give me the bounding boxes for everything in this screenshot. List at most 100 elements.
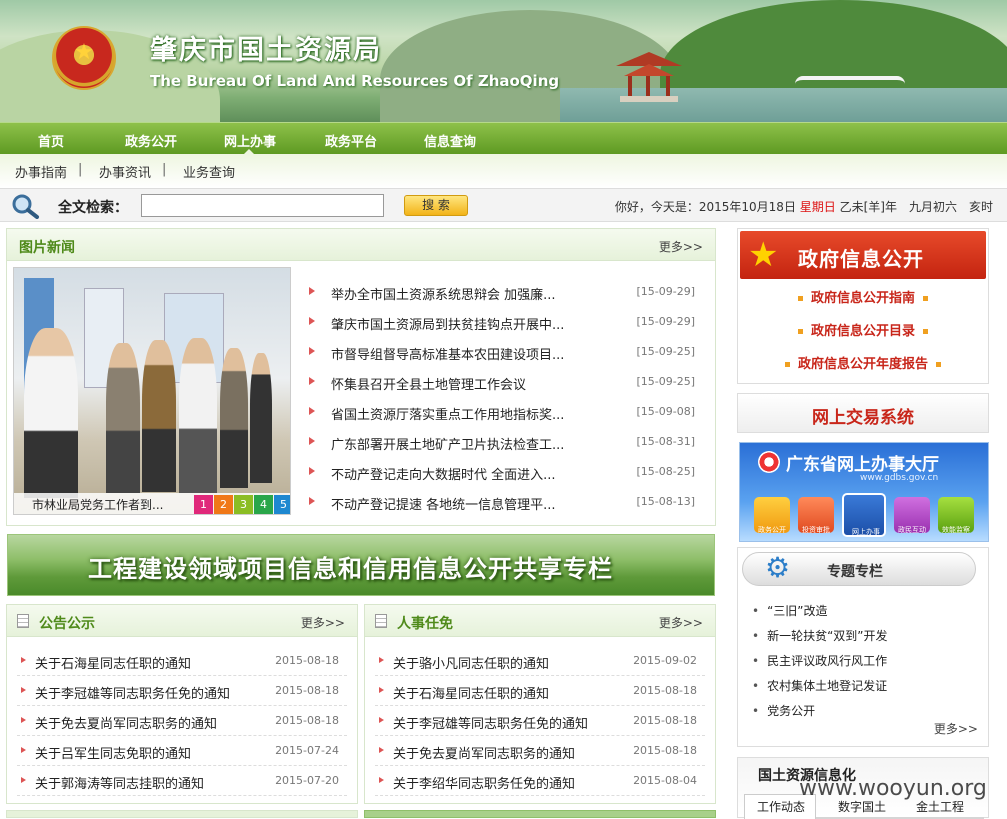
- document-icon: [375, 614, 387, 628]
- gd-btn-gov-open[interactable]: 政务公开: [754, 497, 790, 534]
- topic-item[interactable]: “三旧”改造: [752, 602, 827, 619]
- online-trade-link[interactable]: 网上交易系统: [738, 403, 988, 428]
- nav-item-info-query[interactable]: 信息查询: [424, 131, 476, 150]
- gov-info-title: 政府信息公开: [798, 247, 924, 271]
- gd-btn-label: 投资审批: [802, 526, 830, 534]
- news-title[interactable]: 不动产登记提速 各地统一信息管理平...: [331, 494, 556, 513]
- item-title[interactable]: 关于免去夏尚军同志职务的通知: [393, 743, 575, 762]
- news-title[interactable]: 省国土资源厅落实重点工作用地指标奖...: [331, 404, 564, 423]
- item-title[interactable]: 关于李冠雄等同志职务任免的通知: [35, 683, 230, 702]
- news-item: 肇庆市国土资源局到扶贫挂钩点开展中... [15-09-29]: [305, 307, 695, 337]
- item-title[interactable]: 关于石海星同志任职的通知: [35, 653, 191, 672]
- gov-info-link-label: 政府信息公开指南: [810, 291, 915, 306]
- project-info-banner[interactable]: 工程建设领域项目信息和信用信息公开共享专栏: [7, 534, 715, 596]
- topic-item[interactable]: 民主评议政风行风工作: [752, 652, 887, 669]
- nav-item-platform[interactable]: 政务平台: [325, 131, 377, 150]
- item-title[interactable]: 关于免去夏尚军同志职务的通知: [35, 713, 217, 732]
- square-bullet-icon: [923, 296, 928, 301]
- nav-item-gov-affairs[interactable]: 政务公开: [125, 131, 177, 150]
- item-date: 2015-08-18: [275, 654, 339, 667]
- gd-btn-label: 政民互动: [898, 526, 926, 534]
- subnav-news[interactable]: 办事资讯: [99, 162, 151, 181]
- main-nav: 首页 政务公开 网上办事 政务平台 信息查询: [0, 122, 1007, 155]
- gov-info-header[interactable]: ★ 政府信息公开: [740, 231, 986, 279]
- item-title[interactable]: 关于李绍华同志职务任免的通知: [393, 773, 575, 792]
- nav-item-home[interactable]: 首页: [38, 131, 64, 150]
- gov-info-link-label: 政府信息公开年度报告: [797, 357, 928, 372]
- slide-page-1[interactable]: 1: [194, 495, 213, 514]
- news-date: [15-09-08]: [636, 405, 695, 418]
- gov-info-link[interactable]: 政府信息公开目录: [738, 320, 988, 339]
- subnav-guide[interactable]: 办事指南: [15, 162, 67, 181]
- gd-hall-title: 广东省网上办事大厅: [786, 455, 939, 475]
- lunar-date-text: 乙未[羊]年 九月初六 亥时: [839, 200, 993, 214]
- news-item: 广东部署开展土地矿产卫片执法检查工... [15-08-31]: [305, 427, 695, 457]
- list-item: 关于石海星同志任职的通知 2015-08-18: [375, 676, 705, 706]
- tab-work-news[interactable]: 工作动态: [757, 798, 805, 815]
- bullet-arrow-icon: [379, 777, 384, 783]
- slide-page-2[interactable]: 2: [214, 495, 233, 514]
- item-title[interactable]: 关于吕军生同志免职的通知: [35, 743, 191, 762]
- gd-btn-investment[interactable]: 投资审批: [798, 497, 834, 534]
- gd-online-hall-banner[interactable]: 广东省网上办事大厅 www.gdbs.gov.cn 政务公开 投资审批 网上办事…: [739, 442, 989, 542]
- news-title[interactable]: 举办全市国土资源系统思辩会 加强廉...: [331, 284, 556, 303]
- item-title[interactable]: 关于郭海涛等同志挂职的通知: [35, 773, 204, 792]
- item-date: 2015-08-18: [275, 714, 339, 727]
- list-item: 关于免去夏尚军同志职务的通知 2015-08-18: [17, 706, 347, 736]
- bullet-arrow-icon: [309, 437, 315, 445]
- gov-info-link-label: 政府信息公开目录: [810, 324, 915, 339]
- item-title[interactable]: 关于李冠雄等同志职务任免的通知: [393, 713, 588, 732]
- subnav-query[interactable]: 业务查询: [183, 162, 235, 181]
- gd-btn-label: 政务公开: [758, 526, 786, 534]
- topic-item[interactable]: 农村集体土地登记发证: [752, 677, 887, 694]
- panel-title: 人事任免: [397, 616, 453, 632]
- slide-page-5[interactable]: 5: [274, 495, 290, 514]
- topic-item[interactable]: 党务公开: [752, 702, 815, 719]
- search-input[interactable]: [141, 194, 384, 217]
- person-figure: [24, 328, 78, 498]
- gd-btn-online-service[interactable]: 网上办事: [842, 493, 886, 537]
- more-link[interactable]: 更多>>: [301, 614, 345, 631]
- topics-header: ⚙ 专题专栏: [742, 551, 976, 586]
- news-photo[interactable]: 市林业局党务工作者到... 1 2 3 4 5: [13, 267, 291, 515]
- topics-title: 专题专栏: [827, 564, 883, 580]
- slide-page-3[interactable]: 3: [234, 495, 253, 514]
- more-link[interactable]: 更多>>: [934, 720, 978, 737]
- weekday-text: 星期日: [799, 200, 836, 214]
- more-link[interactable]: 更多>>: [659, 238, 703, 255]
- item-title[interactable]: 关于石海星同志任职的通知: [393, 683, 549, 702]
- gear-icon: ⚙: [765, 551, 791, 584]
- news-date: [15-08-13]: [636, 495, 695, 508]
- square-bullet-icon: [936, 362, 941, 367]
- bullet-arrow-icon: [309, 467, 315, 475]
- news-item: 举办全市国土资源系统思辩会 加强廉... [15-09-29]: [305, 277, 695, 307]
- person-figure: [142, 340, 176, 492]
- news-title[interactable]: 市督导组督导高标准基本农田建设项目...: [331, 344, 564, 363]
- gov-info-box: ★ 政府信息公开 政府信息公开指南 政府信息公开目录 政府信息公开年度报告: [737, 228, 989, 384]
- news-item: 不动产登记提速 各地统一信息管理平... [15-08-13]: [305, 487, 695, 517]
- news-title[interactable]: 怀集县召开全县土地管理工作会议: [331, 374, 526, 393]
- search-button[interactable]: 搜 索: [404, 195, 468, 216]
- item-title[interactable]: 关于骆小凡同志任职的通知: [393, 653, 549, 672]
- gd-hall-url: www.gdbs.gov.cn: [860, 473, 939, 483]
- news-date: [15-08-31]: [636, 435, 695, 448]
- news-title[interactable]: 广东部署开展土地矿产卫片执法检查工...: [331, 434, 564, 453]
- gov-info-link[interactable]: 政府信息公开年度报告: [738, 353, 988, 372]
- topic-item[interactable]: 新一轮扶贫“双到”开发: [752, 627, 887, 644]
- gd-btn-supervision[interactable]: 效能监察: [938, 497, 974, 534]
- document-icon: [17, 614, 29, 628]
- news-title[interactable]: 肇庆市国土资源局到扶贫挂钩点开展中...: [331, 314, 564, 333]
- person-figure: [179, 338, 217, 493]
- gd-btn-interaction[interactable]: 政民互动: [894, 497, 930, 534]
- news-title[interactable]: 不动产登记走向大数据时代 全面进入...: [331, 464, 556, 483]
- more-link[interactable]: 更多>>: [659, 614, 703, 631]
- panel-header: 人事任免 更多>>: [365, 605, 715, 637]
- gd-btn-label: 网上办事: [852, 528, 880, 536]
- watermark: www.wooyun.org: [799, 776, 987, 801]
- list-item: 关于李绍华同志职务任免的通知 2015-08-04: [375, 766, 705, 796]
- news-date: [15-09-25]: [636, 375, 695, 388]
- slide-page-4[interactable]: 4: [254, 495, 273, 514]
- gov-info-link[interactable]: 政府信息公开指南: [738, 287, 988, 306]
- news-date: [15-09-29]: [636, 315, 695, 328]
- nav-item-online-service[interactable]: 网上办事: [224, 131, 276, 150]
